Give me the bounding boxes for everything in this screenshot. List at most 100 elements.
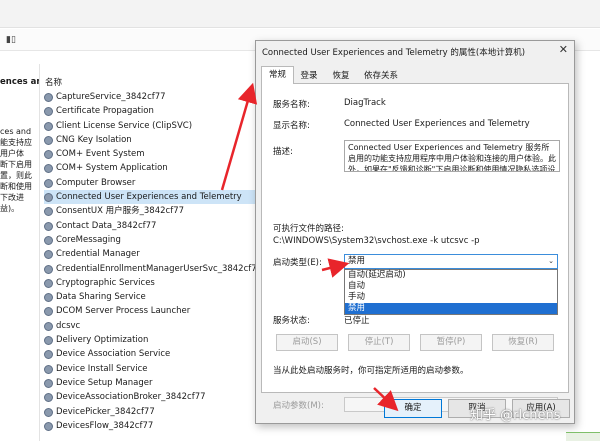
ok-button[interactable]: 确定 (384, 399, 442, 418)
service-gear-icon (44, 193, 53, 203)
console-title-bar (0, 0, 600, 28)
service-gear-icon (44, 321, 53, 331)
tab-dependencies[interactable]: 依存关系 (361, 69, 401, 83)
service-row[interactable]: Delivery Optimization (44, 333, 259, 347)
pause-service-button[interactable]: 暂停(P) (420, 334, 482, 351)
startup-option-auto[interactable]: 自动 (345, 281, 557, 292)
startup-type-dropdown: 自动(延迟启动) 自动 手动 禁用 (344, 269, 558, 315)
service-row[interactable]: CredentialEnrollmentManagerUserSvc_3842c… (44, 262, 263, 276)
close-icon[interactable]: ✕ (559, 43, 568, 56)
service-row[interactable]: COM+ System Application (44, 161, 259, 175)
service-row[interactable]: Data Sharing Service (44, 290, 259, 304)
service-row[interactable]: DeviceAssociationBroker_3842cf77 (44, 390, 259, 404)
general-tab-panel: 服务名称: DiagTrack 显示名称: Connected User Exp… (261, 83, 569, 412)
service-row[interactable]: Device Setup Manager (44, 376, 259, 390)
startup-option-disabled[interactable]: 禁用 (345, 303, 557, 314)
service-name-label: 服务名称: (273, 100, 310, 110)
selected-service-title: ences and (0, 77, 39, 87)
service-row[interactable]: CaptureService_3842cf77 (44, 90, 259, 104)
service-name: CredentialEnrollmentManagerUserSvc_3842c… (56, 263, 263, 274)
service-gear-icon (44, 364, 53, 374)
service-name: Device Setup Manager (56, 377, 153, 388)
service-row[interactable]: Client License Service (ClipSVC) (44, 119, 259, 133)
service-name: Device Association Service (56, 349, 171, 360)
service-gear-icon (44, 178, 53, 188)
service-row[interactable]: Connected User Experiences and Telemetry (44, 190, 259, 205)
service-name: Device Install Service (56, 363, 148, 374)
service-properties-dialog: Connected User Experiences and Telemetry… (255, 40, 575, 424)
service-name: DeviceAssociationBroker_3842cf77 (56, 392, 206, 403)
service-name: Computer Browser (56, 177, 136, 188)
service-gear-icon (44, 278, 53, 288)
service-gear-icon (44, 121, 53, 131)
service-gear-icon (44, 221, 53, 231)
service-status-label: 服务状态: (273, 316, 310, 326)
service-row[interactable]: Contact Data_3842cf77 (44, 219, 259, 233)
exec-path-value: C:\WINDOWS\System32\svchost.exe -k utcsv… (273, 236, 480, 246)
service-row[interactable]: Device Install Service (44, 362, 259, 376)
description-label: 描述: (273, 147, 293, 157)
corner-badge (566, 432, 600, 441)
service-name: Contact Data_3842cf77 (56, 220, 157, 231)
tab-general[interactable]: 常规 (261, 66, 294, 84)
service-name: CNG Key Isolation (56, 134, 132, 145)
service-gear-icon (44, 164, 53, 174)
selected-service-description: ces and 能支持应 用户体 断下启用 置，则此 断和使用 下改进 益)。 (0, 126, 39, 214)
tab-recovery[interactable]: 恢复 (329, 69, 353, 83)
service-name: DevicePicker_3842cf77 (56, 406, 155, 417)
service-row[interactable]: DevicesFlow_3842cf77 (44, 419, 259, 433)
service-gear-icon (44, 293, 53, 303)
startup-type-select[interactable]: 禁用 ⌄ (344, 254, 558, 269)
description-box[interactable]: Connected User Experiences and Telemetry… (344, 140, 560, 172)
description-line: 能支持应 (0, 138, 32, 147)
description-line: 置，则此 (0, 171, 32, 180)
service-name: dcsvc (56, 320, 81, 331)
service-gear-icon (44, 235, 53, 245)
service-name: Connected User Experiences and Telemetry (56, 192, 242, 203)
service-gear-icon (44, 407, 53, 417)
stop-service-button[interactable]: 停止(T) (348, 334, 410, 351)
service-detail-pane: ences and ces and 能支持应用户体断下启用置，则此断和使用下改进益… (0, 64, 40, 441)
display-name-value: Connected User Experiences and Telemetry (344, 119, 530, 129)
service-row[interactable]: Cryptographic Services (44, 276, 259, 290)
startup-type-label: 启动类型(E): (273, 258, 322, 268)
start-service-button[interactable]: 启动(S) (276, 334, 338, 351)
service-row[interactable]: COM+ Event System (44, 147, 259, 161)
chevron-down-icon[interactable]: ⌄ (548, 255, 554, 268)
service-row[interactable]: dcsvc (44, 319, 259, 333)
start-params-label: 启动参数(M): (273, 401, 324, 411)
service-gear-icon (44, 264, 53, 274)
service-row[interactable]: DCOM Server Process Launcher (44, 304, 259, 318)
service-gear-icon (44, 378, 53, 388)
startup-option-auto-delayed[interactable]: 自动(延迟启动) (345, 270, 557, 281)
service-gear-icon (44, 150, 53, 160)
description-line: 下改进 (0, 193, 24, 202)
service-row[interactable]: ConsentUX 用户服务_3842cf77 (44, 204, 259, 218)
service-name: COM+ System Application (56, 163, 168, 174)
service-name: CoreMessaging (56, 234, 121, 245)
service-name: DCOM Server Process Launcher (56, 306, 191, 317)
service-name: DevicesFlow_3842cf77 (56, 420, 154, 431)
service-name: Data Sharing Service (56, 292, 146, 303)
resume-service-button[interactable]: 恢复(R) (492, 334, 554, 351)
service-row[interactable]: Device Association Service (44, 347, 259, 361)
service-gear-icon (44, 250, 53, 260)
service-row[interactable]: CoreMessaging (44, 233, 259, 247)
service-gear-icon (44, 135, 53, 145)
service-row[interactable]: Certificate Propagation (44, 104, 259, 118)
service-gear-icon (44, 107, 53, 117)
display-name-label: 显示名称: (273, 121, 310, 131)
service-gear-icon (44, 336, 53, 346)
service-row[interactable]: DevicePicker_3842cf77 (44, 405, 259, 419)
pause-service-icon[interactable]: ▮▯ (6, 35, 16, 45)
startup-option-manual[interactable]: 手动 (345, 292, 557, 303)
service-name: COM+ Event System (56, 149, 145, 160)
startup-type-selected: 禁用 (348, 256, 366, 266)
service-row[interactable]: Credential Manager (44, 247, 259, 261)
service-name: Cryptographic Services (56, 277, 155, 288)
service-row[interactable]: Computer Browser (44, 176, 259, 190)
service-status-value: 已停止 (344, 316, 370, 326)
service-row[interactable]: CNG Key Isolation (44, 133, 259, 147)
column-header-name[interactable]: 名称 (45, 76, 62, 88)
tab-logon[interactable]: 登录 (297, 69, 321, 83)
